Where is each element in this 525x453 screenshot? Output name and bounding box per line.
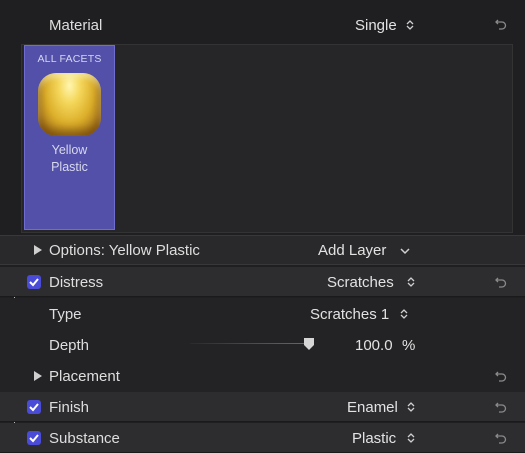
depth-slider-track[interactable] — [190, 343, 313, 344]
updown-chevron-icon — [407, 277, 415, 287]
reset-icon[interactable] — [494, 17, 508, 31]
substance-row: Substance Plastic — [0, 423, 525, 453]
updown-chevron-icon — [400, 309, 408, 319]
substance-value: Plastic — [352, 430, 397, 447]
distress-checkbox[interactable] — [27, 275, 41, 289]
material-inspector: Material Single ALL FACETS Yellow Plasti… — [0, 0, 525, 453]
finish-popup[interactable]: Enamel — [340, 395, 420, 419]
options-row: Options: Yellow Plastic Add Layer — [0, 235, 525, 265]
distress-value: Scratches — [327, 274, 394, 291]
checkmark-icon — [29, 434, 39, 443]
add-layer-label: Add Layer — [318, 242, 387, 259]
material-name: Yellow Plastic — [25, 142, 114, 176]
mode-popup[interactable]: Single — [350, 14, 420, 36]
depth-unit: % — [402, 337, 416, 354]
options-label: Options: Yellow Plastic — [49, 242, 200, 259]
type-row: Type Scratches 1 — [0, 298, 525, 329]
reset-icon[interactable] — [494, 275, 508, 289]
substance-popup[interactable]: Plastic — [345, 426, 420, 450]
finish-checkbox[interactable] — [27, 400, 41, 414]
depth-slider-thumb[interactable] — [303, 337, 315, 351]
finish-label: Finish — [49, 399, 90, 416]
mode-value: Single — [355, 17, 397, 34]
finish-value: Enamel — [347, 399, 398, 416]
substance-label: Substance — [49, 430, 120, 447]
depth-value[interactable]: 100.0 — [355, 337, 393, 354]
depth-label: Depth — [49, 337, 90, 354]
updown-chevron-icon — [406, 20, 414, 30]
material-tile-all-facets[interactable]: ALL FACETS Yellow Plastic — [24, 45, 115, 230]
checkmark-icon — [29, 278, 39, 287]
placement-label: Placement — [49, 368, 120, 385]
type-label: Type — [49, 306, 82, 323]
distress-label: Distress — [49, 274, 104, 291]
reset-icon[interactable] — [494, 431, 508, 445]
updown-chevron-icon — [407, 433, 415, 443]
checkmark-icon — [29, 403, 39, 412]
reset-icon[interactable] — [494, 369, 508, 383]
updown-chevron-icon — [407, 402, 415, 412]
material-swatch — [38, 73, 101, 136]
disclosure-triangle-icon[interactable] — [34, 371, 42, 381]
disclosure-triangle-icon[interactable] — [34, 245, 42, 255]
type-popup[interactable]: Scratches 1 — [303, 302, 418, 326]
reset-icon[interactable] — [494, 400, 508, 414]
material-header-row: Material Single — [0, 8, 525, 42]
substance-checkbox[interactable] — [27, 431, 41, 445]
distress-popup[interactable]: Scratches — [320, 270, 420, 294]
type-value: Scratches 1 — [310, 306, 390, 323]
placement-row: Placement — [0, 360, 525, 392]
facets-label: ALL FACETS — [37, 53, 102, 65]
material-name-line2: Plastic — [51, 160, 88, 174]
distress-row: Distress Scratches — [0, 267, 525, 297]
finish-row: Finish Enamel — [0, 392, 525, 422]
add-layer-button[interactable]: Add Layer — [316, 240, 416, 262]
material-name-line1: Yellow — [51, 143, 88, 157]
chevron-down-icon — [400, 248, 410, 255]
depth-row: Depth 100.0 % — [0, 329, 525, 360]
material-title: Material — [49, 17, 103, 34]
